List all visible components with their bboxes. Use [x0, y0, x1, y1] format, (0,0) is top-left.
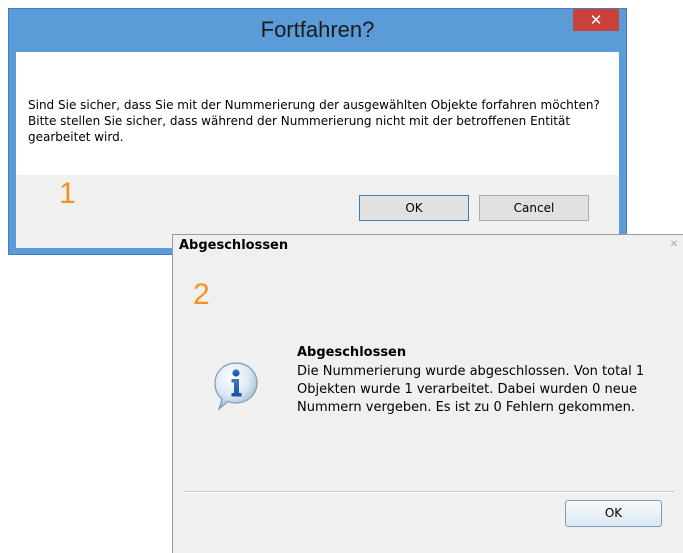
confirm-dialog-body: Sind Sie sicher, dass Sie mit der Nummer… [16, 52, 619, 248]
confirm-dialog: Fortfahren? ✕ Sind Sie sicher, dass Sie … [8, 8, 627, 255]
cancel-button[interactable]: Cancel [479, 195, 589, 221]
completed-heading: Abgeschlossen [297, 345, 407, 360]
completed-dialog-titlebar[interactable]: Abgeschlossen ✕ [173, 235, 683, 256]
completed-message: Die Nummerierung wurde abgeschlossen. Vo… [297, 364, 645, 415]
close-icon[interactable]: ✕ [668, 239, 680, 251]
step-number-1: 1 [59, 177, 76, 210]
confirm-dialog-title: Fortfahren? [260, 17, 375, 42]
ok-button[interactable]: OK [565, 500, 662, 527]
completed-dialog: Abgeschlossen ✕ 2 Abgeschlossen Die Numm… [172, 234, 683, 553]
info-icon [213, 361, 259, 413]
divider [183, 491, 674, 493]
completed-dialog-title: Abgeschlossen [179, 238, 289, 253]
ok-button[interactable]: OK [359, 195, 469, 221]
close-icon[interactable]: ✕ [573, 9, 619, 31]
confirm-dialog-titlebar[interactable]: Fortfahren? ✕ [9, 9, 626, 51]
step-number-2: 2 [193, 278, 210, 311]
confirm-message: Sind Sie sicher, dass Sie mit der Nummer… [28, 98, 600, 144]
